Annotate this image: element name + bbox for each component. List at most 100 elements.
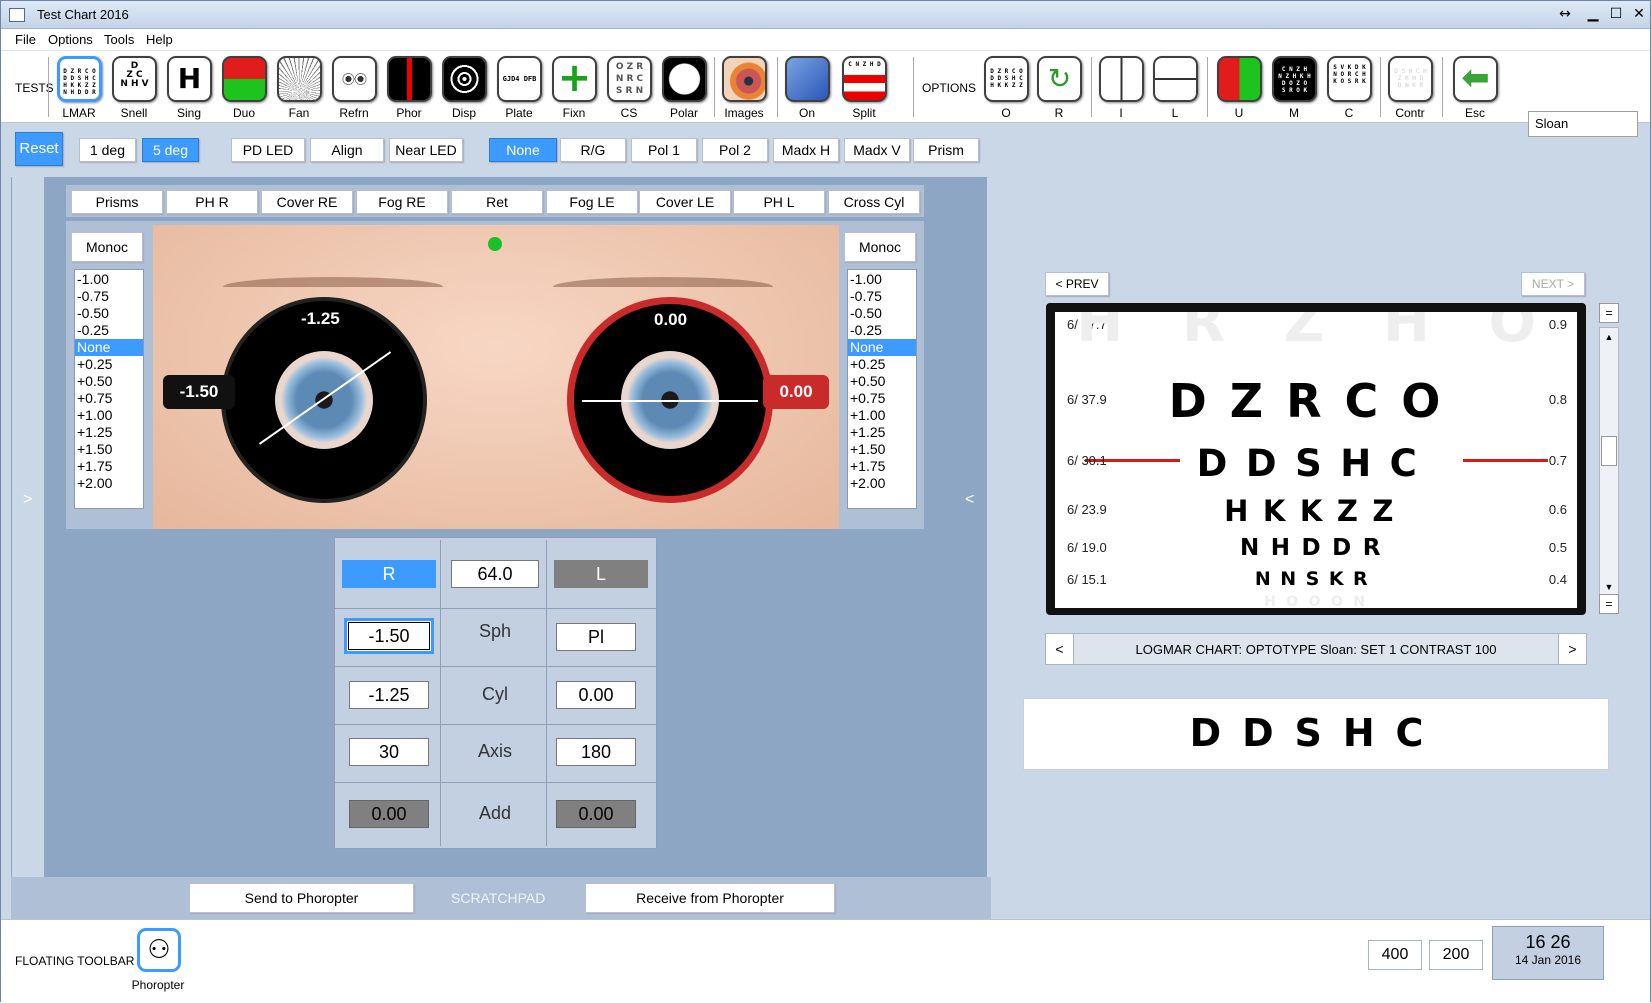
expand-right-arrow[interactable]: <	[965, 491, 974, 509]
step-item[interactable]: +1.00	[75, 407, 143, 424]
deg5-button[interactable]: 5 deg	[142, 138, 199, 162]
filter-pol1-button[interactable]: Pol 1	[631, 138, 697, 162]
left-axis-field[interactable]: 180	[556, 738, 636, 766]
tool-disp[interactable]: Disp	[439, 54, 489, 122]
optotype-select[interactable]: Sloan	[1528, 111, 1638, 137]
filter-rg-button[interactable]: R/G	[560, 138, 626, 162]
left-sph-field[interactable]: Pl	[556, 623, 636, 651]
tool-refrn[interactable]: Refrn	[329, 54, 379, 122]
step-item[interactable]: -0.50	[75, 305, 143, 322]
step-item[interactable]: +0.25	[75, 356, 143, 373]
send-to-phoropter-button[interactable]: Send to Phoropter	[189, 883, 414, 913]
tab-cover-re[interactable]: Cover RE	[261, 190, 353, 214]
tab-fog-re[interactable]: Fog RE	[356, 190, 448, 214]
step-item[interactable]: -1.00	[848, 271, 916, 288]
maximize-button[interactable]: ☐	[1604, 5, 1628, 25]
option-contr[interactable]: D S H C HZ K H DO N K R Contr	[1385, 54, 1435, 122]
step-item[interactable]: +1.50	[848, 441, 916, 458]
right-cyl-field[interactable]: -1.25	[349, 681, 429, 709]
tool-snell[interactable]: D Z C N H V Snell	[109, 54, 159, 122]
near-led-button[interactable]: Near LED	[389, 138, 463, 162]
step-item[interactable]: -0.75	[75, 288, 143, 305]
option-c[interactable]: S V K D KN O R C HK O S R K C	[1324, 54, 1374, 122]
restore-size-icon[interactable]: ↔	[1553, 5, 1577, 25]
tab-fog-le[interactable]: Fog LE	[546, 190, 638, 214]
left-eye-header[interactable]: L	[554, 560, 648, 588]
deg1-button[interactable]: 1 deg	[79, 138, 136, 162]
scroll-thumb[interactable]	[1601, 436, 1617, 466]
option-esc[interactable]: ⬅ Esc	[1450, 54, 1500, 122]
reset-button[interactable]: Reset	[15, 132, 63, 166]
step-item[interactable]: +1.75	[848, 458, 916, 475]
step-item[interactable]: +2.00	[848, 475, 916, 492]
menu-tools[interactable]: Tools	[104, 32, 134, 47]
menu-help[interactable]: Help	[146, 32, 173, 47]
step-item[interactable]: +0.50	[848, 373, 916, 390]
option-i[interactable]: I	[1096, 54, 1146, 122]
option-o[interactable]: D Z R C OD D S H CH K K Z Z O	[981, 54, 1031, 122]
filter-madx-v-button[interactable]: Madx V	[844, 138, 910, 162]
expand-left-arrow[interactable]: >	[23, 491, 32, 509]
chart-scrollbar[interactable]: ▲ ▼	[1599, 327, 1619, 597]
tool-sing[interactable]: H Sing	[164, 54, 214, 122]
tool-images[interactable]: Images	[719, 54, 769, 122]
step-item[interactable]: +0.50	[75, 373, 143, 390]
left-add-field[interactable]: 0.00	[556, 800, 636, 828]
tool-fan[interactable]: Fan	[274, 54, 324, 122]
scroll-bottom-button[interactable]: =	[1599, 594, 1619, 614]
tab-ret[interactable]: Ret	[451, 190, 543, 214]
left-lens-ring[interactable]: 0.00	[567, 297, 773, 503]
tab-cross-cyl[interactable]: Cross Cyl	[828, 190, 920, 214]
prev-button[interactable]: < PREV	[1045, 272, 1109, 296]
minimize-button[interactable]: ▁	[1581, 5, 1605, 25]
option-u[interactable]: U	[1214, 54, 1264, 122]
tab-ph-l[interactable]: PH L	[733, 190, 825, 214]
phoropter-tool[interactable]: ⚇ Phoropter	[132, 928, 184, 996]
tab-cover-le[interactable]: Cover LE	[639, 190, 731, 214]
width-field[interactable]: 400	[1368, 940, 1422, 970]
tool-plate[interactable]: GJD4 DFB Plate	[494, 54, 544, 122]
step-item[interactable]: -1.00	[75, 271, 143, 288]
step-item[interactable]: +0.25	[848, 356, 916, 373]
step-item[interactable]: +1.50	[75, 441, 143, 458]
height-field[interactable]: 200	[1429, 940, 1483, 970]
scroll-down-arrow[interactable]: ▼	[1602, 580, 1616, 594]
step-item[interactable]: +0.75	[75, 390, 143, 407]
monoc-left-button[interactable]: Monoc	[71, 232, 143, 262]
step-item[interactable]: -0.50	[848, 305, 916, 322]
scroll-up-arrow[interactable]: ▲	[1602, 330, 1616, 344]
caption-next-button[interactable]: >	[1558, 634, 1586, 664]
tool-phor[interactable]: Phor	[384, 54, 434, 122]
option-m[interactable]: C N Z HN Z H K HD O Z OS R O K M	[1269, 54, 1319, 122]
align-button[interactable]: Align	[310, 138, 384, 162]
step-list-left[interactable]: -1.00 -0.75 -0.50 -0.25 None +0.25 +0.50 +0.75 +…	[74, 269, 144, 509]
filter-pol2-button[interactable]: Pol 2	[702, 138, 768, 162]
tab-prisms[interactable]: Prisms	[71, 190, 163, 214]
option-r[interactable]: ↻ R	[1034, 54, 1084, 122]
step-item[interactable]: +1.25	[848, 424, 916, 441]
pd-led-button[interactable]: PD LED	[231, 138, 305, 162]
tool-lmar[interactable]: D Z R C OD D S H CH K K Z ZN H D D R LMA…	[54, 54, 104, 122]
monoc-right-button[interactable]: Monoc	[844, 232, 916, 262]
menu-options[interactable]: Options	[48, 32, 93, 47]
right-eye-header[interactable]: R	[342, 560, 436, 588]
right-sph-field[interactable]: -1.50	[344, 618, 434, 654]
step-item[interactable]: -0.25	[848, 322, 916, 339]
step-item[interactable]: +2.00	[75, 475, 143, 492]
menu-file[interactable]: File	[15, 32, 36, 47]
tab-ph-r[interactable]: PH R	[166, 190, 258, 214]
step-item[interactable]: -0.25	[75, 322, 143, 339]
right-add-field[interactable]: 0.00	[349, 800, 429, 828]
right-axis-field[interactable]: 30	[349, 738, 429, 766]
step-item[interactable]: -0.75	[848, 288, 916, 305]
right-lens-ring[interactable]: -1.25	[221, 297, 427, 503]
caption-prev-button[interactable]: <	[1046, 634, 1074, 664]
filter-madx-h-button[interactable]: Madx H	[773, 138, 839, 162]
tool-split[interactable]: C N Z H D Split	[839, 54, 889, 122]
next-button[interactable]: NEXT >	[1521, 272, 1585, 296]
close-button[interactable]: ✕	[1627, 5, 1651, 25]
step-item[interactable]: None	[75, 339, 143, 356]
tool-cs[interactable]: O Z R N R C S R N CS	[604, 54, 654, 122]
scroll-top-button[interactable]: =	[1599, 303, 1619, 323]
step-item[interactable]: +0.75	[848, 390, 916, 407]
